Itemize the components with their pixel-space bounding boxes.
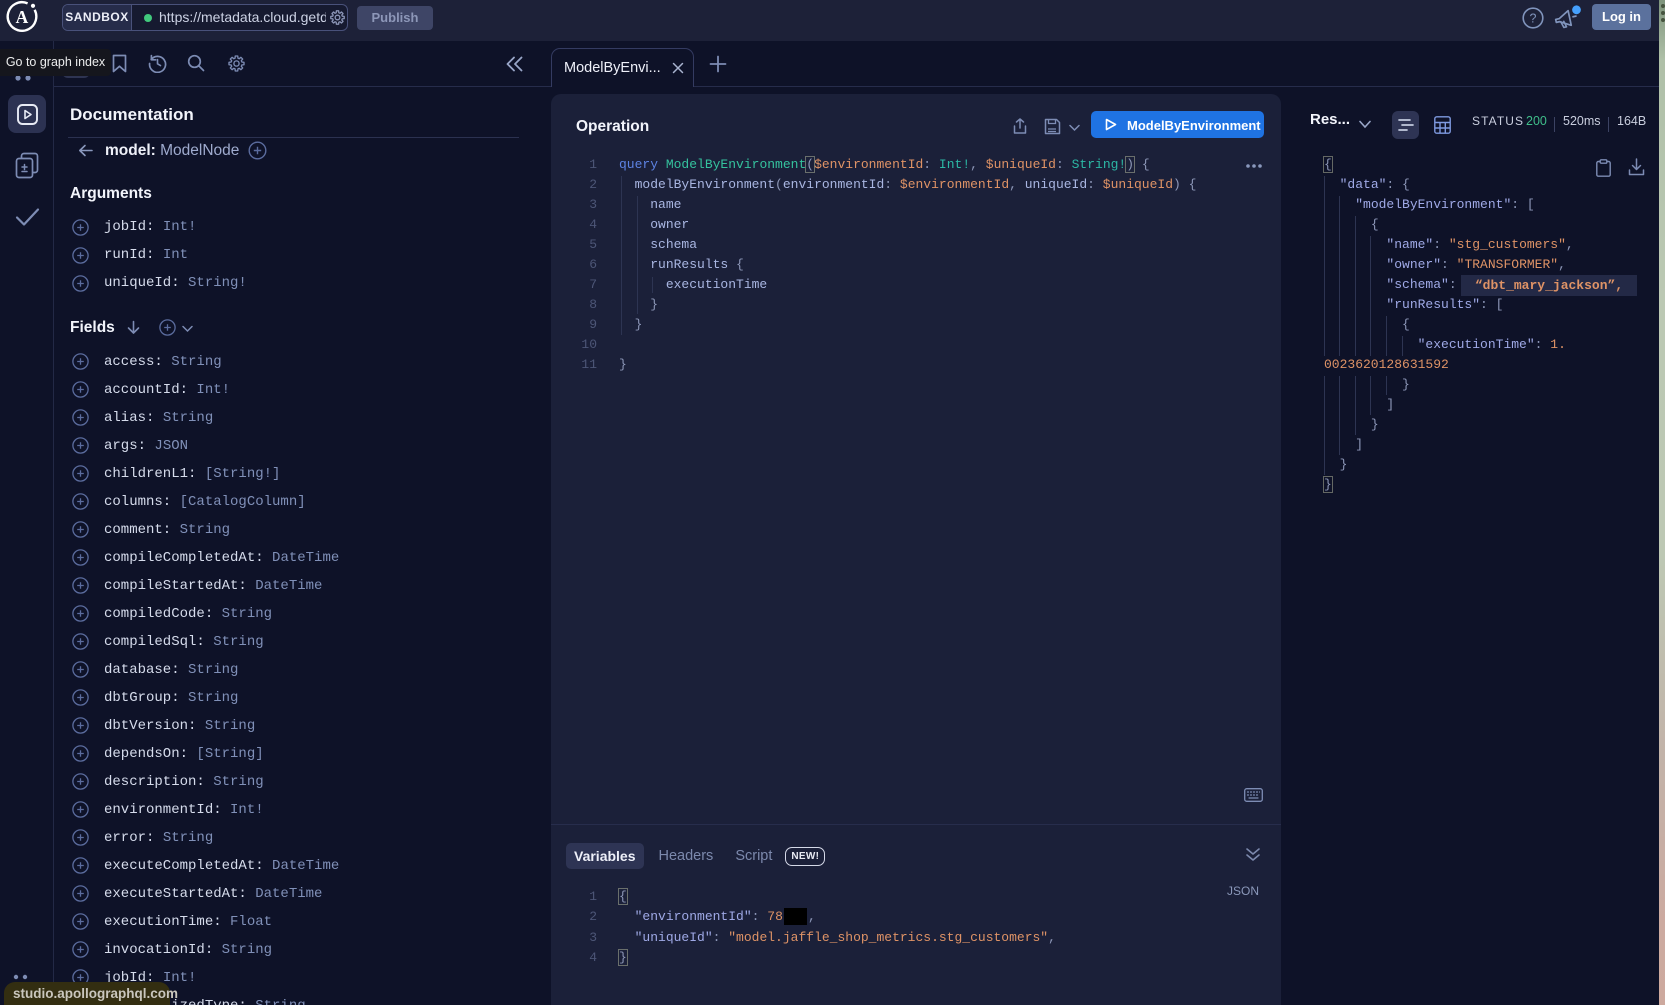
svg-text:?: ? <box>1530 12 1537 26</box>
svg-text:A: A <box>16 7 29 27</box>
